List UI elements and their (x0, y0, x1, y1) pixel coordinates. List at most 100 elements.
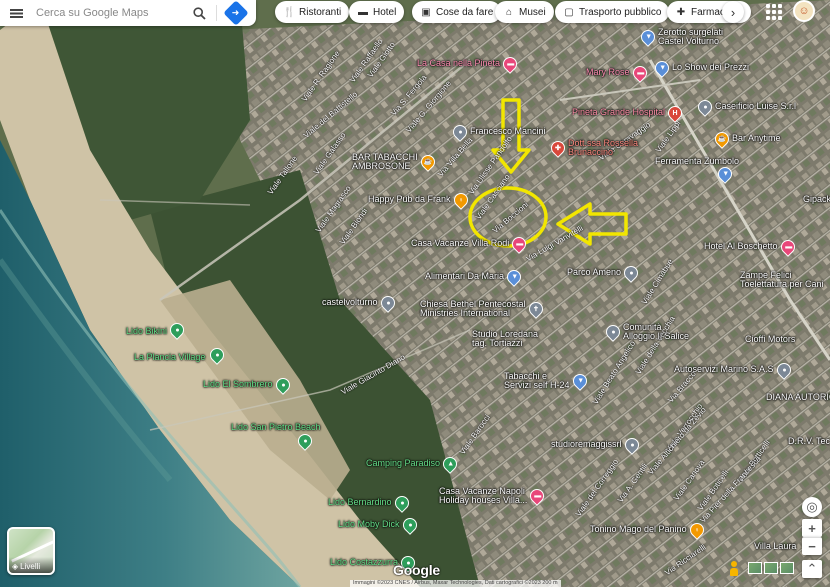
place-label: Dott.ssa Rossella Brunaccino (568, 138, 639, 158)
place-label: La Casa nella Pineta (417, 58, 501, 69)
chip-public-transit[interactable]: ▢ Trasporto pubblico (555, 1, 670, 23)
place-caseificio-luise[interactable]: ● Caseificio Luise S.r.l (695, 97, 797, 117)
map-attribution: Immagini ©2023 CNES / Airbus, Maxar Tech… (350, 580, 561, 587)
place-label: Zampe Felici Toelettatura per Cani (740, 270, 824, 290)
shop-pin-icon: ▼ (715, 164, 735, 184)
hotel-pin-icon: ▬ (629, 63, 650, 83)
place-tonino-mago[interactable]: Tonino Mago del Panino ♀ (590, 520, 707, 540)
chip-label: Farmac (691, 6, 725, 18)
place-pin-icon: ● (773, 360, 794, 380)
place-label: Caseificio Luise S.r.l (715, 101, 797, 112)
my-location-button[interactable]: ◎ (802, 497, 822, 517)
layers-button[interactable]: ◈ Livelli (7, 527, 55, 575)
place-pineta-grande[interactable]: Pineta Grande Hospital H (572, 103, 685, 123)
place-label: Hotel Al Boschetto (704, 241, 778, 252)
place-hotel-boschetto[interactable]: Hotel Al Boschetto ▬ (704, 237, 798, 257)
place-happy-pub[interactable]: Happy Pub da Frank ♀ (368, 190, 471, 210)
chevron-right-icon: › (730, 4, 736, 20)
zoom-out-button[interactable]: − (802, 537, 822, 555)
place-label: Chiesa Bethel Pentecostal Ministries Int… (420, 299, 526, 319)
place-zampe-felici[interactable]: Zampe Felici Toelettatura per Cani (740, 270, 824, 290)
bar-pin-icon: ☕ (417, 152, 438, 173)
directions-icon[interactable]: ➜ (223, 0, 249, 26)
place-label: Villa Laura (754, 541, 797, 551)
menu-icon[interactable] (0, 0, 32, 26)
chip-label: Cose da fare (436, 6, 494, 18)
place-bar-anytime[interactable]: ☕ Bar Anytime (712, 129, 781, 149)
place-parco-ameno[interactable]: Parco Ameno ● (567, 263, 641, 283)
search-box[interactable]: ➜ (0, 0, 256, 26)
bed-icon: ▬ (358, 6, 368, 18)
place-chiesa-bethel[interactable]: Chiesa Bethel Pentecostal Ministries Int… (420, 299, 546, 320)
chip-museums[interactable]: ⌂ Musei (495, 1, 554, 23)
place-bar-tabacchi[interactable]: BAR TABACCHI AMBROSONE ☕ (352, 152, 438, 173)
hotel-pin-icon: ▬ (527, 486, 548, 507)
layers-label: Livelli (20, 562, 41, 571)
hotel-pin-icon: ▬ (500, 54, 520, 74)
map-canvas[interactable]: Viale R. Ragione Viale Raffaello Viale d… (0, 0, 830, 587)
place-label: Camping Paradiso (366, 458, 441, 469)
search-input[interactable] (36, 7, 186, 19)
apps-grid-icon[interactable] (764, 2, 784, 22)
place-label: Autoservizi Marino S.A.S (674, 364, 774, 375)
place-autoservizi-marino[interactable]: Autoservizi Marino S.A.S ● (674, 360, 794, 380)
pegman-icon[interactable] (729, 561, 739, 576)
restaurant-pin-icon: ♀ (686, 520, 707, 540)
imagery-thumbnails[interactable] (748, 562, 794, 574)
place-lido-bernardino[interactable]: Lido Bernardino ● (328, 493, 412, 513)
place-pin-icon: ● (621, 435, 642, 455)
place-mary-rose[interactable]: Mary Rose ▬ (586, 63, 650, 83)
place-lido-san-pietro[interactable]: ● (295, 431, 315, 451)
place-lido-moby-dick[interactable]: Lido Moby Dick ● (338, 515, 420, 535)
place-comunita-salice[interactable]: ● Comunità Alloggio Il Salice (603, 322, 690, 343)
place-zerotto[interactable]: ▼ Zerotto surgelati Castel Volturno (638, 27, 723, 48)
place-label: BAR TABACCHI AMBROSONE (352, 152, 418, 172)
place-la-plancia[interactable]: ● (207, 345, 227, 365)
chips-next-button[interactable]: › (722, 1, 744, 23)
place-casa-vacanze-villa[interactable]: Casa Vacanze Villa Rodi ▬ (411, 234, 530, 254)
place-label: Alimentari Da Maria (425, 271, 505, 282)
zoom-in-button[interactable]: + (802, 519, 822, 537)
place-pin-icon: ● (377, 293, 398, 313)
place-tabacchi-servizi[interactable]: Tabacchi e Servizi self H-24 ▼ (504, 371, 590, 392)
plus-icon: + (808, 520, 816, 536)
expand-button[interactable]: ⌃ (802, 560, 822, 578)
place-label: Bar Anytime (732, 133, 781, 144)
place-castelvolturno[interactable]: castelvolturno ● (322, 293, 398, 313)
camera-icon: ▣ (421, 6, 431, 18)
hotel-pin-icon: ▬ (777, 237, 798, 257)
place-cioffi-motors[interactable]: Cioffi Motors (745, 334, 796, 344)
attribution-text: Immagini ©2023 CNES / Airbus, Maxar Tech… (353, 580, 541, 586)
camping-pin-icon: ▲ (440, 454, 460, 474)
place-label: Mary Rose (586, 67, 630, 78)
place-casa-pineta[interactable]: La Casa nella Pineta ▬ (417, 54, 520, 74)
place-studio-remaggio[interactable]: studioremaggissrl ● (551, 435, 642, 455)
chip-hotel[interactable]: ▬ Hotel (349, 1, 405, 23)
place-casa-vacanze-napoli[interactable]: Casa Vacanze Napoli Holiday houses Villa… (439, 486, 548, 507)
place-lido-sombrero[interactable]: Lido El Sombrero ● (203, 375, 293, 395)
place-label: Comunità Alloggio Il Salice (623, 322, 690, 342)
chip-things-to-do[interactable]: ▣ Cose da fare (412, 1, 502, 23)
place-ferramenta-zumbolo[interactable]: ▼ (715, 164, 735, 184)
chip-restaurants[interactable]: 🍴 Ristoranti (275, 1, 350, 23)
shop-pin-icon: ▼ (652, 58, 672, 78)
search-icon[interactable] (186, 0, 212, 26)
beach-pin-icon: ● (272, 375, 293, 395)
place-show-prezzi[interactable]: ▼ Lo Show dei Prezzi (652, 58, 749, 78)
place-label: Cioffi Motors (745, 334, 796, 344)
hotel-pin-icon: ▬ (509, 234, 530, 254)
pharmacy-icon: ✚ (676, 6, 686, 18)
place-label: Pineta Grande Hospital (572, 107, 666, 118)
place-alimentari-maria[interactable]: Alimentari Da Maria ▼ (425, 267, 524, 287)
scale-bar[interactable]: 200 m (542, 580, 557, 586)
place-lido-bikini[interactable]: ● (167, 320, 187, 340)
place-label: Tonino Mago del Panino (590, 524, 687, 535)
place-dottssa-rossella[interactable]: ✚ Dott.ssa Rossella Brunaccino (548, 138, 639, 159)
beach-pin-icon: ● (391, 493, 412, 513)
place-camping-paradiso[interactable]: Camping Paradiso ▲ (366, 454, 460, 474)
place-studio-loredana[interactable]: Studio Loredana tag. Tortiazzi (472, 329, 538, 349)
fork-knife-icon: 🍴 (283, 6, 296, 18)
avatar[interactable]: ☺ (793, 0, 815, 22)
place-label: studioremaggissrl (551, 439, 622, 450)
place-francesco-mancini[interactable]: ● Francesco Mancini (450, 122, 546, 142)
